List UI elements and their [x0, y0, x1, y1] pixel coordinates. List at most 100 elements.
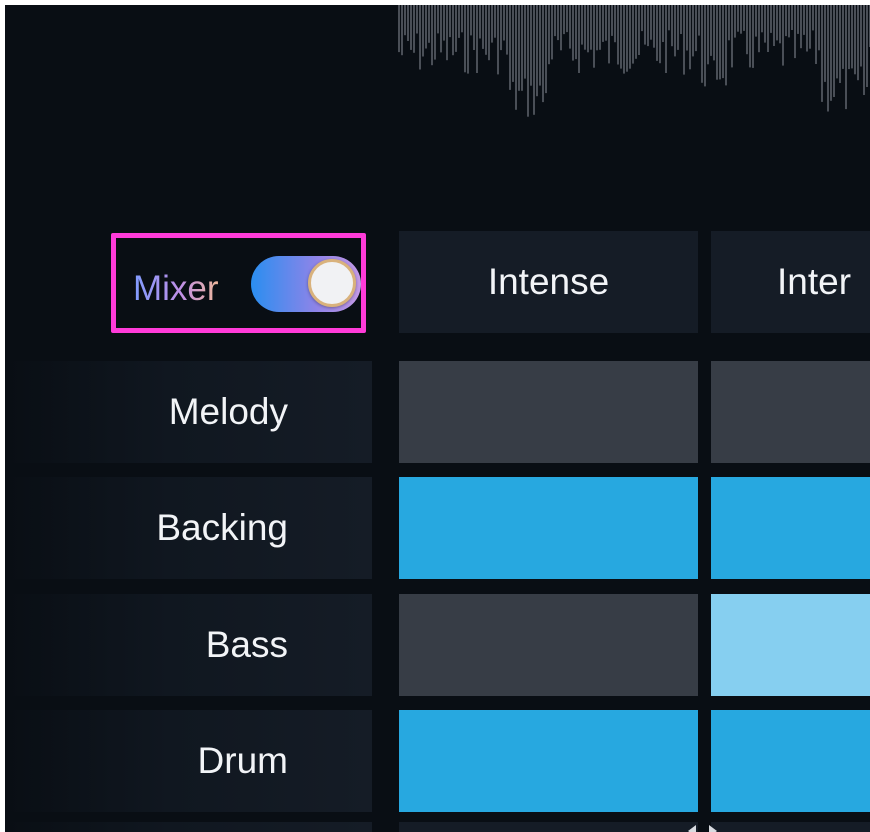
waveform-bar: [773, 5, 775, 46]
waveform-bar: [848, 5, 850, 70]
waveform-bar: [758, 5, 760, 53]
waveform-bar: [569, 5, 571, 49]
waveform-bar: [491, 5, 493, 43]
waveform-bar: [590, 5, 592, 50]
cell-bass-intense[interactable]: [399, 594, 698, 696]
waveform-bar: [791, 5, 793, 30]
cell-drum-inter[interactable]: [711, 710, 870, 812]
waveform-bar: [734, 5, 736, 38]
waveform-bar: [662, 5, 664, 42]
waveform-bar: [614, 5, 616, 43]
waveform-bar: [476, 5, 478, 73]
waveform-bar: [824, 5, 826, 82]
waveform-bar: [539, 5, 541, 86]
waveform-bar: [680, 5, 682, 34]
waveform-bar: [461, 5, 463, 33]
waveform-bar: [443, 5, 445, 41]
waveform-bar: [470, 5, 472, 36]
waveform-bar: [545, 5, 547, 94]
waveform-bar: [647, 5, 649, 47]
cell-backing-intense[interactable]: [399, 477, 698, 579]
waveform-bar: [416, 5, 418, 34]
waveform-bar: [440, 5, 442, 53]
waveform-bar: [434, 5, 436, 60]
waveform-bar: [494, 5, 496, 38]
waveform-bar: [653, 5, 655, 48]
mixer-toggle[interactable]: [251, 256, 361, 312]
waveform-bar: [482, 5, 484, 49]
waveform-bar: [518, 5, 520, 91]
cell-melody-inter[interactable]: [711, 361, 870, 463]
waveform-bar: [608, 5, 610, 64]
waveform-bar: [398, 5, 400, 53]
waveform-icon: [398, 5, 870, 145]
waveform-bar: [830, 5, 832, 101]
waveform-bar: [836, 5, 838, 79]
waveform-bar: [833, 5, 835, 97]
waveform-bar: [551, 5, 553, 60]
waveform-bar: [557, 5, 559, 41]
waveform-bar: [668, 5, 670, 31]
chevron-right-icon[interactable]: [709, 825, 717, 832]
waveform-bar: [512, 5, 514, 82]
waveform-bar: [530, 5, 532, 86]
waveform-bar: [770, 5, 772, 33]
waveform-bar: [563, 5, 565, 35]
waveform-bar: [593, 5, 595, 68]
cell-bass-inter[interactable]: [711, 594, 870, 696]
waveform-bar: [488, 5, 490, 61]
cell-melody-intense[interactable]: [399, 361, 698, 463]
waveform-bar: [857, 5, 859, 81]
mixer-toggle-group: Mixer: [111, 233, 366, 333]
waveform-bar: [641, 5, 643, 32]
waveform-bar: [854, 5, 856, 75]
cell-backing-inter[interactable]: [711, 477, 870, 579]
row-label-backing: Backing: [5, 477, 372, 579]
waveform-bar: [410, 5, 412, 50]
waveform-bar: [803, 5, 805, 35]
waveform-bar: [713, 5, 715, 61]
waveform-bar: [860, 5, 862, 67]
waveform-bar: [533, 5, 535, 115]
waveform-bar: [809, 5, 811, 49]
waveform-bar: [404, 5, 406, 36]
cell-next-intense: [399, 822, 698, 832]
next-row-strip: [5, 822, 870, 832]
waveform-bar: [671, 5, 673, 47]
waveform-bar: [731, 5, 733, 68]
waveform-bar: [650, 5, 652, 40]
column-header-inter[interactable]: Inter: [711, 231, 870, 333]
waveform-bar: [575, 5, 577, 60]
waveform-bar: [632, 5, 634, 64]
waveform-bar: [503, 5, 505, 41]
waveform-bar: [452, 5, 454, 56]
waveform-bar: [776, 5, 778, 41]
waveform-bar: [587, 5, 589, 53]
waveform-bar: [485, 5, 487, 55]
waveform-bar: [572, 5, 574, 61]
waveform-bar: [794, 5, 796, 59]
waveform-bar: [473, 5, 475, 50]
mixer-label: Mixer: [133, 269, 219, 308]
waveform-bar: [749, 5, 751, 68]
waveform-bar: [752, 5, 754, 68]
toggle-knob: [308, 259, 356, 307]
row-label-drum: Drum: [5, 710, 372, 812]
waveform-bar: [515, 5, 517, 110]
waveform-bar: [506, 5, 508, 55]
cell-drum-intense[interactable]: [399, 710, 698, 812]
waveform-bar: [683, 5, 685, 75]
chevron-left-icon[interactable]: [688, 825, 696, 832]
waveform-bar: [719, 5, 721, 80]
waveform-bar: [686, 5, 688, 51]
cell-next-inter: [711, 822, 870, 832]
waveform-bar: [788, 5, 790, 38]
waveform-bar: [635, 5, 637, 59]
row-label-bass: Bass: [5, 594, 372, 696]
waveform-bar: [710, 5, 712, 56]
waveform-bar: [620, 5, 622, 69]
column-header-intense[interactable]: Intense: [399, 231, 698, 333]
waveform-bar: [800, 5, 802, 49]
waveform-bar: [722, 5, 724, 79]
waveform-bar: [605, 5, 607, 41]
